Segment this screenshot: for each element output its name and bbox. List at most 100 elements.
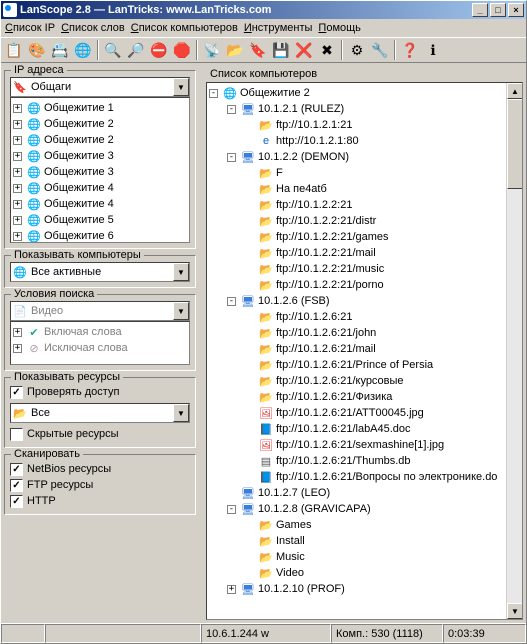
scroll-up-icon[interactable]: ▲ <box>507 83 523 99</box>
tree-item[interactable]: -🖥10.1.2.8 (GRAVICAPA) <box>209 501 504 517</box>
include-words[interactable]: Включая слова <box>44 326 122 338</box>
expand-icon[interactable]: + <box>13 216 22 225</box>
tree-item[interactable]: -🖥10.1.2.6 (FSB) <box>209 293 504 309</box>
cancel-icon[interactable]: ✖ <box>316 39 338 61</box>
icon1[interactable]: ⛔ <box>148 39 170 61</box>
folder-icon[interactable]: 📂 <box>224 39 246 61</box>
tree-item[interactable]: +🌐Общежитие 2 <box>13 132 187 148</box>
tree-item[interactable]: 📂ftp://10.1.2.2:21/games <box>209 229 504 245</box>
tree-item[interactable]: 📂Music <box>209 549 504 565</box>
gear-icon[interactable]: ⚙ <box>346 39 368 61</box>
tree-item[interactable]: +🖥10.1.2.10 (PROF) <box>209 581 504 597</box>
splitter[interactable] <box>199 66 203 620</box>
menu-item[interactable]: Список слов <box>61 22 125 34</box>
tree-item[interactable]: 📂Games <box>209 517 504 533</box>
chevron-down-icon[interactable]: ▼ <box>173 78 189 96</box>
tree-item[interactable]: 📘ftp://10.1.2.6:21/Вопросы по электроник… <box>209 469 504 485</box>
collapse-icon[interactable]: - <box>227 105 236 114</box>
menu-item[interactable]: Инструменты <box>244 22 313 34</box>
scrollbar[interactable]: ▲ ▼ <box>506 83 522 619</box>
clear-icon[interactable]: ❌ <box>293 39 315 61</box>
collapse-icon[interactable]: - <box>227 153 236 162</box>
scan-ftp-checkbox[interactable]: ✓FTP ресурсы <box>10 477 190 493</box>
tree-item[interactable]: 📂F <box>209 165 504 181</box>
tree-item[interactable]: 📂ftp://10.1.2.2:21 <box>209 197 504 213</box>
expand-icon[interactable]: + <box>13 168 22 177</box>
tree-item[interactable]: 📂ftp://10.1.2.6:21/john <box>209 325 504 341</box>
chevron-down-icon[interactable]: ▼ <box>173 302 189 320</box>
tree-item[interactable]: +🌐Общежитие 4 <box>13 196 187 212</box>
zoom-in-icon[interactable]: 🔍 <box>102 39 124 61</box>
expand-icon[interactable]: + <box>13 200 22 209</box>
zoom-out-icon[interactable]: 🔎 <box>125 39 147 61</box>
tree-item[interactable]: +🌐Общежитие 3 <box>13 164 187 180</box>
hidden-resources-checkbox[interactable]: Скрытые ресурсы <box>10 426 190 442</box>
search-combo[interactable]: 📄 Видео ▼ <box>10 301 190 321</box>
show-computers-combo[interactable]: 🌐 Все активные ▼ <box>10 262 190 282</box>
save-icon[interactable]: 💾 <box>270 39 292 61</box>
tree-item[interactable]: 📂ftp://10.1.2.6:21/mail <box>209 341 504 357</box>
tree-item[interactable]: +🌐Общежитие 4 <box>13 180 187 196</box>
list-icon[interactable]: 📋 <box>3 39 25 61</box>
tree-item[interactable]: 📂ftp://10.1.2.6:21/Prince of Persia <box>209 357 504 373</box>
ip-tree[interactable]: +🌐Общежитие 1+🌐Общежитие 2+🌐Общежитие 2+… <box>10 97 190 243</box>
chevron-down-icon[interactable]: ▼ <box>173 404 189 422</box>
ip-combo[interactable]: 🔖 Общаги ▼ <box>10 77 190 97</box>
expand-icon[interactable]: + <box>13 232 22 241</box>
tree-item[interactable]: +🌐Общежитие 3 <box>13 148 187 164</box>
tree-item[interactable]: ▤ftp://10.1.2.6:21/Thumbs.db <box>209 453 504 469</box>
help-icon[interactable]: ❓ <box>399 39 421 61</box>
scan-http-checkbox[interactable]: ✓HTTP <box>10 493 190 509</box>
tree-item[interactable]: +🌐Общежитие 6 <box>13 228 187 243</box>
scroll-down-icon[interactable]: ▼ <box>507 603 523 619</box>
tree-item[interactable]: 📂ftp://10.1.2.6:21/курсовые <box>209 373 504 389</box>
tree-item[interactable]: -🖥10.1.2.2 (DEMON) <box>209 149 504 165</box>
tree-item[interactable]: 📂ftp://10.1.2.2:21/distr <box>209 213 504 229</box>
expand-icon[interactable]: + <box>13 136 22 145</box>
scan-netbios-checkbox[interactable]: ✓NetBios ресурсы <box>10 461 190 477</box>
close-button[interactable]: × <box>508 3 524 17</box>
globe-icon[interactable]: 🌐 <box>72 39 94 61</box>
tree-item[interactable]: 📂ftp://10.1.2.6:21 <box>209 309 504 325</box>
server2-icon[interactable]: 📡 <box>201 39 223 61</box>
computer-tree[interactable]: -🌐Общежитие 2-🖥10.1.2.1 (RULEZ)📂ftp://10… <box>207 83 506 619</box>
tree-item[interactable]: 📂ftp://10.1.2.2:21/porno <box>209 277 504 293</box>
resources-combo[interactable]: 📂 Все ▼ <box>10 403 190 423</box>
tree-item[interactable]: 📂Video <box>209 565 504 581</box>
tree-item[interactable]: 🖼ftp://10.1.2.6:21/ATT00045.jpg <box>209 405 504 421</box>
expand-icon[interactable]: + <box>13 344 22 353</box>
tree-item[interactable]: 📂ftp://10.1.2.1:21 <box>209 117 504 133</box>
expand-icon[interactable]: + <box>13 328 22 337</box>
minimize-button[interactable]: _ <box>472 3 488 17</box>
menu-item[interactable]: Список IP <box>5 22 55 34</box>
server-icon[interactable]: 📇 <box>49 39 71 61</box>
bookmark-icon[interactable]: 🔖 <box>247 39 269 61</box>
tree-item[interactable]: 🖼ftp://10.1.2.6:21/sexmashine[1].jpg <box>209 437 504 453</box>
collapse-icon[interactable]: - <box>227 297 236 306</box>
tree-item[interactable]: ehttp://10.1.2.1:80 <box>209 133 504 149</box>
exclude-words[interactable]: Исключая слова <box>44 342 128 354</box>
palette-icon[interactable]: 🎨 <box>26 39 48 61</box>
tree-item[interactable]: +🌐Общежитие 5 <box>13 212 187 228</box>
expand-icon[interactable]: + <box>227 585 236 594</box>
tree-item[interactable]: 📂Install <box>209 533 504 549</box>
expand-icon[interactable]: + <box>13 184 22 193</box>
tree-item[interactable]: -🖥10.1.2.1 (RULEZ) <box>209 101 504 117</box>
tree-item[interactable]: 📂ftp://10.1.2.2:21/mail <box>209 245 504 261</box>
collapse-icon[interactable]: - <box>227 505 236 514</box>
words-tree[interactable]: +✔Включая слова +⊘Исключая слова <box>10 321 190 365</box>
maximize-button[interactable]: □ <box>490 3 506 17</box>
tree-item[interactable]: +🌐Общежитие 1 <box>13 100 187 116</box>
collapse-icon[interactable]: - <box>209 89 218 98</box>
tree-item[interactable]: 📂ftp://10.1.2.6:21/Физика <box>209 389 504 405</box>
expand-icon[interactable]: + <box>13 104 22 113</box>
tree-item[interactable]: -🌐Общежитие 2 <box>209 85 504 101</box>
menu-item[interactable]: Список компьютеров <box>131 22 238 34</box>
tree-item[interactable]: 📂ftp://10.1.2.2:21/music <box>209 261 504 277</box>
settings-icon[interactable]: 🔧 <box>369 39 391 61</box>
check-access-checkbox[interactable]: ✓Проверять доступ <box>10 384 190 400</box>
scroll-thumb[interactable] <box>507 99 523 189</box>
tree-item[interactable]: 📘ftp://10.1.2.6:21/labA45.doc <box>209 421 504 437</box>
menu-item[interactable]: Помощь <box>318 22 361 34</box>
expand-icon[interactable]: + <box>13 120 22 129</box>
